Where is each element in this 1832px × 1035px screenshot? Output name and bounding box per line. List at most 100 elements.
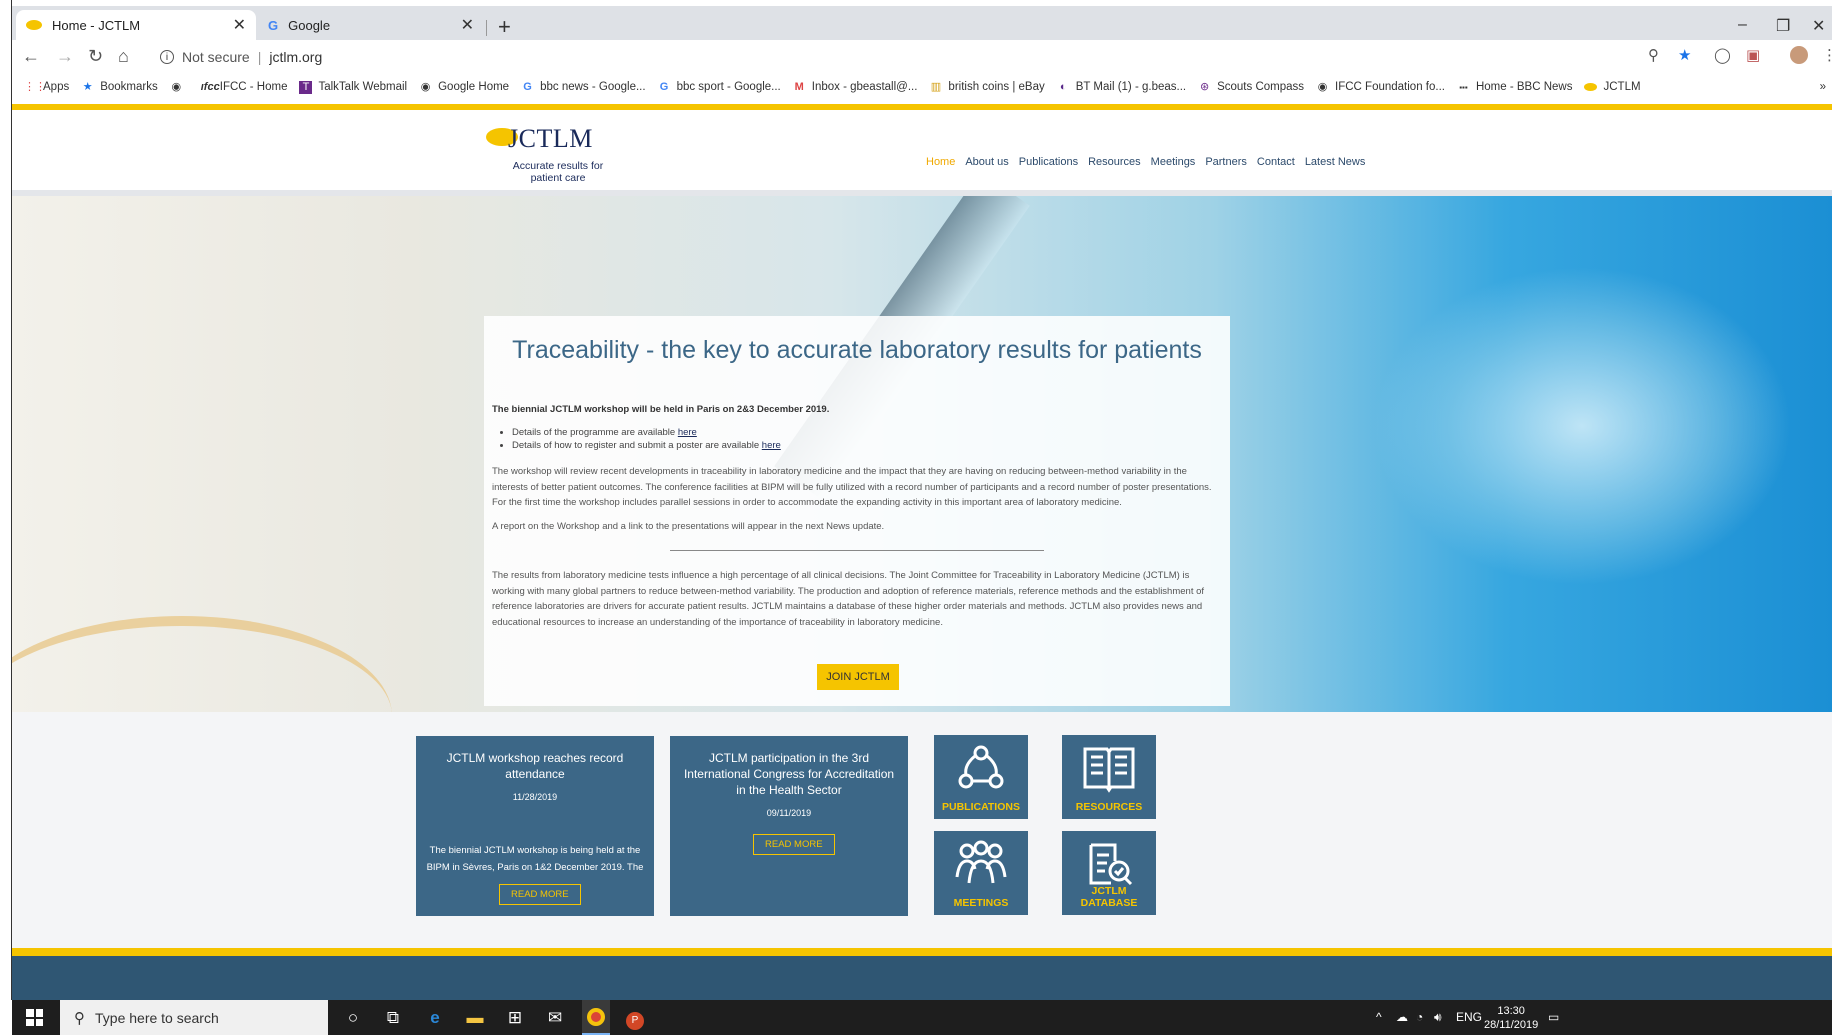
bbc-icon: ▪▪▪ [1459, 82, 1468, 92]
taskbar-search[interactable]: ⚲ Type here to search [60, 1000, 328, 1035]
zoom-icon[interactable]: ⚲ [1648, 46, 1659, 64]
bookmark-jctlm[interactable]: JCTLM [1584, 81, 1641, 93]
url-field[interactable]: i Not secure | jctlm.org [160, 43, 1690, 71]
volume-icon[interactable]: 🔊︎ [1434, 1010, 1442, 1025]
mail-icon[interactable]: ✉ [544, 1007, 566, 1029]
read-more-button[interactable]: READ MORE [499, 884, 581, 905]
edge-icon[interactable]: e [424, 1007, 446, 1029]
menu-icon[interactable]: ⋮ [1822, 46, 1832, 64]
tab-home-jctlm[interactable]: Home - JCTLM ✕ [16, 10, 256, 40]
close-window-icon[interactable]: ✕ [1812, 16, 1825, 36]
close-tab-icon[interactable]: ✕ [461, 15, 474, 35]
join-jctlm-button[interactable]: JOIN JCTLM [817, 664, 899, 690]
bookmark-bbc-sport-google[interactable]: Gbbc sport - Google... [658, 81, 781, 94]
onedrive-icon[interactable]: ☁ [1396, 1010, 1408, 1024]
nav-about-us[interactable]: About us [965, 156, 1008, 168]
tile-label: MEETINGS [953, 897, 1009, 909]
jctlm-favicon-icon [26, 20, 42, 30]
people-group-icon [955, 840, 1007, 884]
jctlm-site: JCTLM Accurate results for patient care … [12, 104, 1832, 1000]
reload-icon[interactable]: ↻ [88, 46, 103, 67]
minimize-icon[interactable]: – [1738, 16, 1747, 34]
bookmark-item[interactable]: ◉ [170, 81, 189, 94]
news-excerpt: The biennial JCTLM workshop is being hel… [426, 845, 644, 873]
nav-partners[interactable]: Partners [1205, 156, 1247, 168]
wifi-icon[interactable]: ◔ [1416, 1010, 1423, 1024]
scouts-icon: ⊛ [1199, 80, 1210, 93]
window-left-edge [0, 0, 12, 1000]
restore-icon[interactable]: ❐ [1776, 16, 1790, 36]
bookmark-bt-mail[interactable]: ◐ BT Mail (1) - g.beas... [1057, 81, 1186, 94]
globe-icon: ◉ [171, 80, 182, 93]
nav-publications[interactable]: Publications [1019, 156, 1078, 168]
hero-title: Traceability - the key to accurate labor… [512, 336, 1202, 364]
nav-meetings[interactable]: Meetings [1151, 156, 1196, 168]
file-explorer-icon[interactable]: ▬ [464, 1007, 486, 1029]
programme-link[interactable]: here [678, 427, 697, 438]
extension-icon[interactable]: ◯ [1714, 46, 1731, 64]
new-tab-icon[interactable]: + [498, 14, 511, 40]
tab-separator [486, 20, 487, 36]
news-card-workshop[interactable]: JCTLM workshop reaches record attendance… [416, 736, 654, 916]
list-item: Details of the programme are available h… [512, 426, 781, 439]
home-icon[interactable]: ⌂ [118, 46, 129, 67]
bookmark-apps[interactable]: ⋮⋮ Apps [24, 81, 69, 94]
tile-resources[interactable]: RESOURCES [1062, 735, 1156, 819]
bookmark-talktalk[interactable]: T TalkTalk Webmail [299, 80, 407, 94]
chrome-icon[interactable] [582, 1000, 610, 1035]
tile-publications[interactable]: PUBLICATIONS [934, 735, 1028, 819]
jctlm-favicon-icon [1584, 83, 1598, 91]
nav-resources[interactable]: Resources [1088, 156, 1141, 168]
news-title[interactable]: JCTLM participation in the 3rd Internati… [680, 750, 898, 798]
news-card-congress[interactable]: JCTLM participation in the 3rd Internati… [670, 736, 908, 916]
windows-start-icon[interactable] [26, 1009, 43, 1026]
ifcc-icon: ıfcc [200, 80, 220, 93]
notifications-icon[interactable]: ▭ [1548, 1010, 1559, 1024]
cortana-icon[interactable]: ○ [342, 1007, 364, 1029]
language-indicator[interactable]: ENG [1456, 1010, 1482, 1024]
tile-jctlm-database[interactable]: JCTLM DATABASE [1062, 831, 1156, 915]
store-icon[interactable]: ⊞ [504, 1007, 526, 1029]
bookmark-bbc-news-google[interactable]: Gbbc news - Google... [521, 81, 645, 94]
tab-strip: Home - JCTLM ✕ G Google ✕ + – ❐ ✕ [12, 6, 1832, 40]
bookmark-ifcc[interactable]: ıfcc IFCC - Home [201, 81, 288, 94]
nav-latest-news[interactable]: Latest News [1305, 156, 1366, 168]
logo-text[interactable]: JCTLM [508, 124, 593, 154]
bt-icon: ◐ [1059, 80, 1067, 93]
pdf-extension-icon[interactable]: ▣ [1746, 46, 1760, 64]
bookmark-scouts[interactable]: ⊛ Scouts Compass [1198, 81, 1304, 94]
bookmark-inbox[interactable]: M Inbox - gbeastall@... [793, 81, 918, 94]
register-link[interactable]: here [762, 440, 781, 451]
nav-contact[interactable]: Contact [1257, 156, 1295, 168]
task-view-icon[interactable]: ⧉ [382, 1007, 404, 1029]
bookmark-bookmarks[interactable]: ★ Bookmarks [81, 81, 158, 94]
tile-meetings[interactable]: MEETINGS [934, 831, 1028, 915]
bookmark-star-icon[interactable]: ★ [1678, 46, 1691, 64]
news-title[interactable]: JCTLM workshop reaches record attendance [426, 750, 644, 782]
bookmark-bbc-news[interactable]: ▪▪▪ Home - BBC News [1457, 81, 1572, 94]
site-footer [12, 956, 1832, 1000]
bookmark-ebay[interactable]: ▥ british coins | eBay [929, 81, 1045, 94]
close-tab-icon[interactable]: ✕ [233, 15, 246, 35]
powerpoint-icon[interactable]: P [624, 1007, 646, 1030]
hero-dish-image [12, 616, 392, 712]
show-hidden-icons[interactable]: ^ [1376, 1010, 1382, 1024]
clock[interactable]: 13:30 28/11/2019 [1484, 1004, 1538, 1032]
nav-home[interactable]: Home [926, 156, 955, 168]
profile-avatar[interactable] [1790, 46, 1808, 64]
globe-icon: ◉ [1317, 80, 1328, 93]
tile-label: JCTLM DATABASE [1080, 885, 1138, 909]
google-favicon-icon: G [268, 17, 279, 33]
forward-icon[interactable]: → [56, 46, 74, 67]
windows-taskbar: ⚲ Type here to search ○ ⧉ e ▬ ⊞ ✉ P ^ ☁ … [12, 1000, 1832, 1035]
bookmark-google-home[interactable]: ◉ Google Home [419, 81, 509, 94]
more-bookmarks[interactable]: » [1820, 81, 1826, 93]
tile-label: RESOURCES [1075, 801, 1143, 813]
info-icon[interactable]: i [160, 50, 174, 64]
bookmark-ifcc-foundation[interactable]: ◉ IFCC Foundation fo... [1316, 81, 1445, 94]
clock-time: 13:30 [1497, 1005, 1525, 1017]
read-more-button[interactable]: READ MORE [753, 834, 835, 855]
list-item: Details of how to register and submit a … [512, 439, 781, 452]
tab-google[interactable]: G Google ✕ [258, 10, 484, 40]
back-icon[interactable]: ← [22, 46, 40, 67]
